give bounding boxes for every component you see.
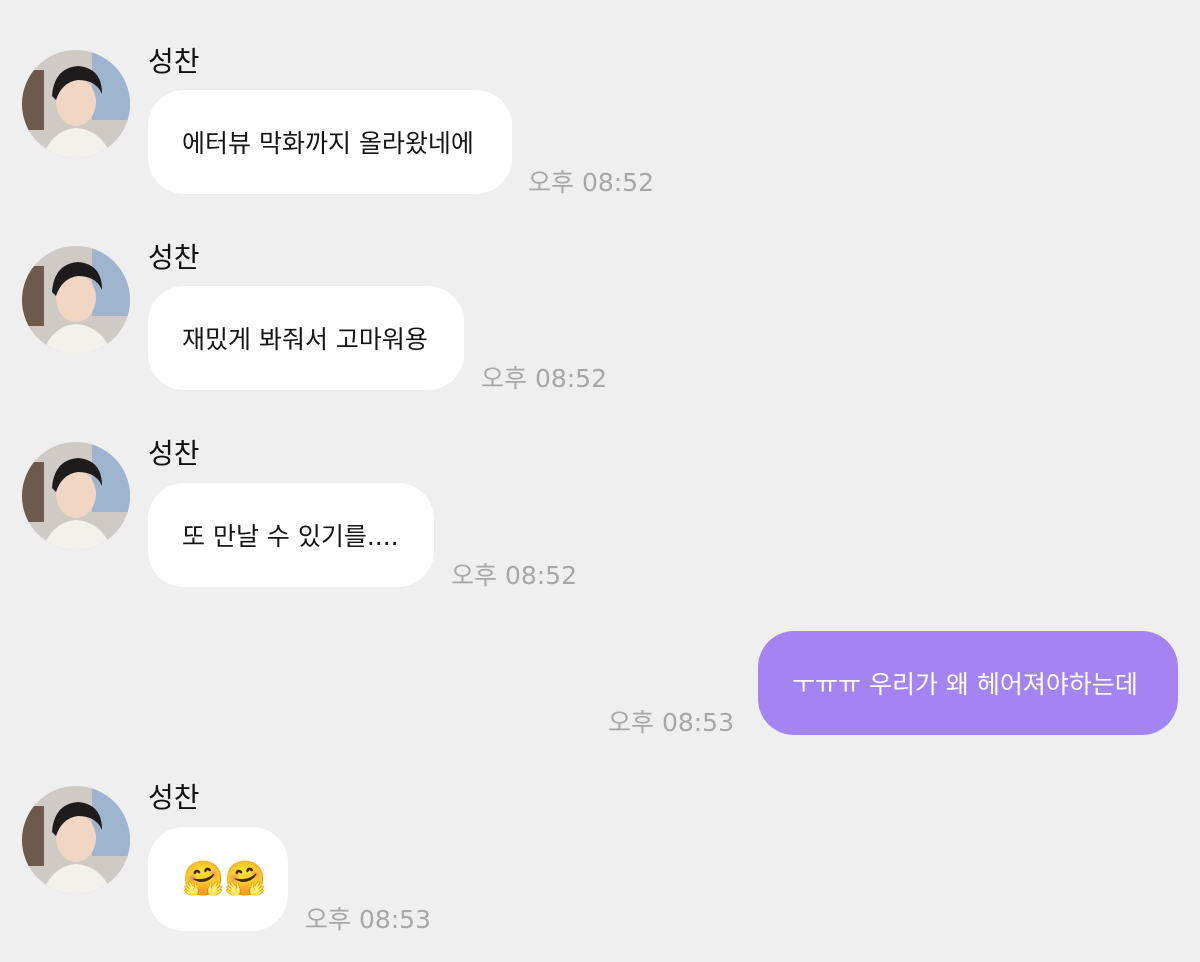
message-timestamp: 오후 08:52 bbox=[528, 168, 654, 197]
avatar[interactable] bbox=[22, 246, 130, 354]
message-bubble[interactable]: 에터뷰 막화까지 올라왔네에 bbox=[148, 90, 512, 194]
message-timestamp: 오후 08:52 bbox=[481, 364, 607, 393]
sender-name: 성찬 bbox=[148, 437, 200, 470]
sender-name: 성찬 bbox=[148, 241, 200, 274]
message-bubble-outgoing[interactable]: ㅜㅠㅠ 우리가 왜 헤어져야하는데 bbox=[758, 631, 1178, 735]
avatar[interactable] bbox=[22, 786, 130, 894]
profile-photo-icon bbox=[22, 50, 130, 158]
message-bubble-emoji[interactable]: 🤗🤗 bbox=[148, 827, 288, 931]
avatar[interactable] bbox=[22, 442, 130, 550]
sender-name: 성찬 bbox=[148, 781, 200, 814]
message-timestamp: 오후 08:53 bbox=[305, 905, 431, 934]
chat-view: 성찬 에터뷰 막화까지 올라왔네에 오후 08:52 성찬 재밌게 봐줘서 고마… bbox=[0, 0, 1200, 962]
message-bubble[interactable]: 재밌게 봐줘서 고마워용 bbox=[148, 286, 464, 390]
profile-photo-icon bbox=[22, 246, 130, 354]
message-timestamp: 오후 08:53 bbox=[608, 708, 734, 737]
sender-name: 성찬 bbox=[148, 45, 200, 78]
avatar[interactable] bbox=[22, 50, 130, 158]
profile-photo-icon bbox=[22, 786, 130, 894]
profile-photo-icon bbox=[22, 442, 130, 550]
message-bubble[interactable]: 또 만날 수 있기를.... bbox=[148, 483, 434, 587]
message-timestamp: 오후 08:52 bbox=[451, 561, 577, 590]
